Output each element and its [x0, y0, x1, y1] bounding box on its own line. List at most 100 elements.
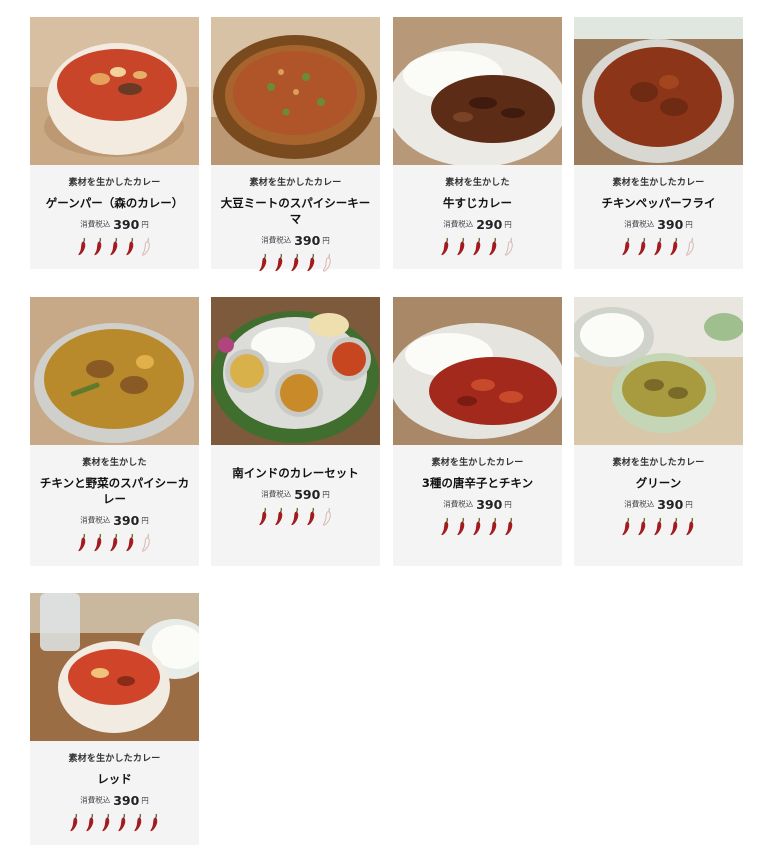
- chili-pepper-icon: [70, 813, 78, 832]
- spice-rating: [30, 237, 199, 257]
- chili-pepper-empty-icon: [141, 533, 150, 552]
- chili-pepper-icon: [505, 517, 513, 536]
- product-card[interactable]: 素材を生かしたカレー ゲーンパー（森のカレー） 消費税込 390 円: [30, 17, 199, 269]
- chili-pepper-icon: [291, 253, 299, 272]
- tax-label: 消費税込: [80, 219, 111, 229]
- chili-pepper-icon: [275, 507, 283, 526]
- spice-rating: [211, 253, 380, 273]
- chili-pepper-icon: [126, 237, 134, 256]
- chili-pepper-icon: [654, 517, 662, 536]
- product-card[interactable]: 素材を生かしたカレー グリーン 消費税込 390 円: [574, 297, 743, 566]
- price-row: 消費税込 390 円: [211, 233, 380, 249]
- chili-pepper-empty-icon: [141, 237, 150, 256]
- product-card[interactable]: 素材を生かしたカレー チキンペッパーフライ 消費税込 390 円: [574, 17, 743, 269]
- chili-pepper-icon: [259, 507, 267, 526]
- chili-pepper-icon: [670, 237, 678, 256]
- product-price: 390: [657, 216, 684, 232]
- product-price: 390: [113, 792, 140, 808]
- product-card[interactable]: 南インドのカレーセット 消費税込 590 円: [211, 297, 380, 566]
- currency-label: 円: [685, 499, 693, 509]
- price-row: 消費税込 390 円: [30, 217, 199, 233]
- product-image[interactable]: [30, 593, 199, 741]
- tax-label: 消費税込: [80, 515, 111, 525]
- product-name[interactable]: 大豆ミートのスパイシーキーマ: [211, 195, 380, 227]
- price-row: 消費税込 390 円: [574, 497, 743, 513]
- product-price: 390: [113, 216, 140, 232]
- price-row: 消費税込 390 円: [574, 217, 743, 233]
- price-row: 消費税込 390 円: [30, 513, 199, 529]
- product-subtitle: 素材を生かした: [82, 458, 147, 468]
- tax-label: 消費税込: [80, 795, 111, 805]
- price-row: 消費税込 290 円: [393, 217, 562, 233]
- product-name[interactable]: グリーン: [574, 475, 743, 491]
- spice-rating: [30, 533, 199, 553]
- product-subtitle: 素材を生かしたカレー: [431, 458, 524, 468]
- product-price: 390: [294, 232, 321, 248]
- spice-rating: [393, 517, 562, 537]
- product-image[interactable]: [30, 297, 199, 445]
- chili-pepper-icon: [473, 237, 481, 256]
- chili-pepper-icon: [489, 517, 497, 536]
- chili-pepper-icon: [150, 813, 158, 832]
- product-image[interactable]: [211, 297, 380, 445]
- product-card[interactable]: 素材を生かした 牛すじカレー 消費税込 290 円: [393, 17, 562, 269]
- spice-rating: [574, 517, 743, 537]
- currency-label: 円: [322, 489, 330, 499]
- product-name[interactable]: 3種の唐辛子とチキン: [393, 475, 562, 491]
- chili-pepper-icon: [275, 253, 283, 272]
- chili-pepper-icon: [441, 237, 449, 256]
- chili-pepper-icon: [638, 237, 646, 256]
- price-row: 消費税込 590 円: [211, 487, 380, 503]
- product-card[interactable]: 素材を生かしたカレー 3種の唐辛子とチキン 消費税込 390 円: [393, 297, 562, 566]
- product-image[interactable]: [574, 17, 743, 165]
- product-subtitle: 素材を生かしたカレー: [68, 178, 161, 188]
- chili-pepper-icon: [622, 517, 630, 536]
- chili-pepper-icon: [102, 813, 110, 832]
- chili-pepper-icon: [134, 813, 142, 832]
- chili-pepper-icon: [118, 813, 126, 832]
- product-name[interactable]: レッド: [30, 771, 199, 787]
- product-image[interactable]: [30, 17, 199, 165]
- chili-pepper-icon: [78, 533, 86, 552]
- currency-label: 円: [141, 219, 149, 229]
- chili-pepper-icon: [307, 253, 315, 272]
- spice-rating: [211, 507, 380, 527]
- product-subtitle: 素材を生かしたカレー: [249, 178, 342, 188]
- product-card[interactable]: 素材を生かしたカレー 大豆ミートのスパイシーキーマ 消費税込 390 円: [211, 17, 380, 272]
- chili-pepper-icon: [457, 237, 465, 256]
- chili-pepper-icon: [291, 507, 299, 526]
- chili-pepper-icon: [489, 237, 497, 256]
- product-name[interactable]: チキンペッパーフライ: [574, 195, 743, 211]
- product-subtitle: 素材を生かした: [445, 178, 510, 188]
- product-name[interactable]: 南インドのカレーセット: [211, 465, 380, 481]
- chili-pepper-icon: [670, 517, 678, 536]
- product-subtitle: 素材を生かしたカレー: [612, 178, 705, 188]
- tax-label: 消費税込: [261, 235, 292, 245]
- chili-pepper-icon: [441, 517, 449, 536]
- chili-pepper-empty-icon: [322, 507, 331, 526]
- product-image[interactable]: [574, 297, 743, 445]
- currency-label: 円: [322, 235, 330, 245]
- tax-label: 消費税込: [261, 489, 292, 499]
- currency-label: 円: [504, 499, 512, 509]
- spice-rating: [393, 237, 562, 257]
- product-image[interactable]: [211, 17, 380, 165]
- chili-pepper-empty-icon: [685, 237, 694, 256]
- spice-rating: [30, 813, 199, 833]
- product-name[interactable]: ゲーンパー（森のカレー）: [30, 195, 199, 211]
- product-card[interactable]: 素材を生かしたカレー レッド 消費税込 390 円: [30, 593, 199, 845]
- product-grid: 素材を生かしたカレー ゲーンパー（森のカレー） 消費税込 390 円 素材を生か…: [0, 0, 767, 859]
- chili-pepper-icon: [654, 237, 662, 256]
- price-row: 消費税込 390 円: [393, 497, 562, 513]
- product-image[interactable]: [393, 297, 562, 445]
- currency-label: 円: [504, 219, 512, 229]
- product-image[interactable]: [393, 17, 562, 165]
- tax-label: 消費税込: [443, 499, 474, 509]
- product-name[interactable]: 牛すじカレー: [393, 195, 562, 211]
- product-name[interactable]: チキンと野菜のスパイシーカレー: [30, 475, 199, 507]
- chili-pepper-icon: [473, 517, 481, 536]
- product-card[interactable]: 素材を生かした チキンと野菜のスパイシーカレー 消費税込 390 円: [30, 297, 199, 566]
- chili-pepper-icon: [78, 237, 86, 256]
- chili-pepper-icon: [686, 517, 694, 536]
- product-price: 390: [476, 496, 503, 512]
